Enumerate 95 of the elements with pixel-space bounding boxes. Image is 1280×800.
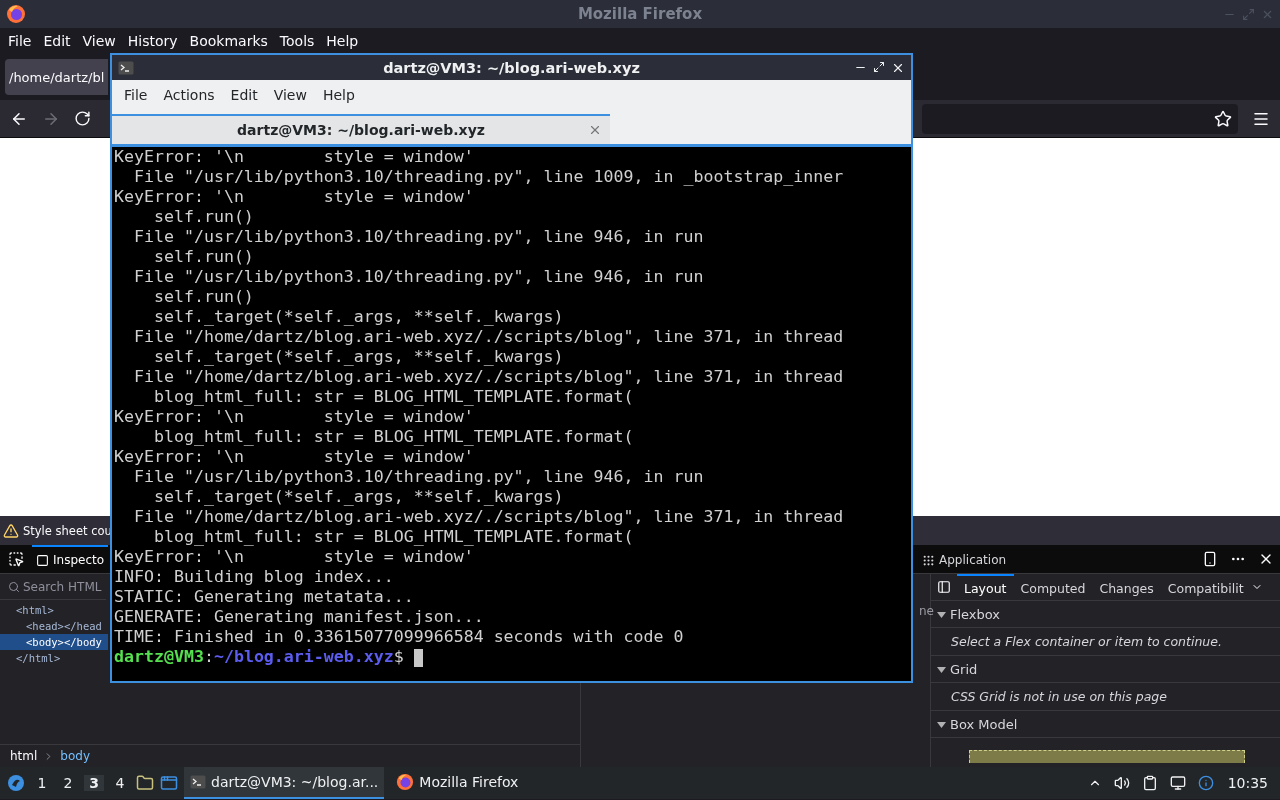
- taskbar-button[interactable]: Mozilla Firefox: [390, 767, 525, 799]
- menu-item[interactable]: Help: [320, 33, 365, 49]
- workspace-button[interactable]: 2: [58, 775, 78, 791]
- grid-icon: [922, 553, 936, 567]
- window-title: Mozilla Firefox: [576, 5, 704, 23]
- sidebar-tab[interactable]: Computed: [1013, 574, 1093, 600]
- bookmark-star-icon[interactable]: [1214, 109, 1232, 128]
- notification-icon[interactable]: [1197, 775, 1214, 791]
- section-title: Box Model: [950, 716, 1018, 732]
- workspace-button[interactable]: 3: [84, 775, 104, 791]
- caret-icon: [937, 719, 946, 729]
- devtools-tab[interactable]: Application: [918, 545, 1011, 573]
- terminal-tab[interactable]: dartz@VM3: ~/blog.ari-web.xyz: [112, 114, 610, 144]
- menu-item[interactable]: Edit: [37, 33, 77, 49]
- section-title: Flexbox: [950, 606, 1001, 622]
- sidebar-tab[interactable]: Changes: [1092, 574, 1161, 600]
- warning-icon: [3, 522, 19, 539]
- workspace-button[interactable]: 1: [32, 775, 52, 791]
- section-message: Select a Flex container or item to continue.: [951, 634, 1222, 649]
- network-icon[interactable]: [1169, 775, 1186, 791]
- menu-item[interactable]: Edit: [222, 87, 266, 103]
- close-tab-icon[interactable]: [588, 123, 602, 137]
- menu-item[interactable]: Tools: [273, 33, 321, 49]
- search-field[interactable]: Search HTML: [0, 574, 106, 600]
- markup-node[interactable]: <html>: [0, 602, 108, 618]
- terminal-line: File "/usr/lib/python3.10/threading.py", line 946, in run: [132, 467, 705, 487]
- terminal-line: self._target(*self._args, **self._kwargs): [152, 487, 565, 507]
- cursor: [413, 648, 423, 667]
- terminal-line: blog_html_full: str = BLOG_HTML_TEMPLATE.format(: [152, 527, 635, 547]
- terminal-line: File "/usr/lib/python3.10/threading.py", line 1009, in _bootstrap_inner: [132, 167, 845, 187]
- terminal-line: TIME: Finished in 0.33615077099966584 seconds with code 0: [114, 627, 685, 647]
- markup-node[interactable]: <body></body: [0, 634, 108, 650]
- terminal-line: KeyError: '\n style = window': [114, 187, 475, 207]
- terminal-line: self.run(): [152, 207, 255, 227]
- terminal-line: KeyError: '\n style = window': [114, 447, 475, 467]
- terminal-icon: [190, 774, 206, 790]
- terminal-line: blog_html_full: str = BLOG_HTML_TEMPLATE.format(: [152, 427, 635, 447]
- clock: 10:35: [1227, 775, 1268, 791]
- section-header[interactable]: Box Model: [931, 711, 1280, 738]
- terminal-line: self.run(): [152, 287, 255, 307]
- devtools-tab[interactable]: Inspecto: [32, 545, 109, 573]
- window-title: dartz@VM3: ~/blog.ari-web.xyz: [382, 59, 641, 76]
- menu-item[interactable]: View: [76, 33, 122, 49]
- clipboard-icon[interactable]: [1141, 775, 1158, 791]
- menu-item[interactable]: Help: [314, 87, 363, 103]
- markup-node[interactable]: </html>: [0, 650, 108, 666]
- prompt-line: dartz@VM3:~/blog.ari-web.xyz$: [114, 647, 911, 667]
- desktop-icon[interactable]: [160, 774, 178, 792]
- sidebar-tab[interactable]: Compatibilit: [1160, 574, 1251, 600]
- sidebar-toggle-icon[interactable]: [937, 580, 951, 594]
- rules-text: ne: [919, 604, 934, 618]
- taskbar-button[interactable]: dartz@VM3: ~/blog.ar...: [184, 767, 385, 799]
- menu-item[interactable]: History: [121, 33, 184, 49]
- terminal-line: blog_html_full: str = BLOG_HTML_TEMPLATE.format(: [152, 387, 635, 407]
- responsive-mode-icon[interactable]: [1202, 551, 1218, 567]
- workspace-button[interactable]: 4: [110, 775, 130, 791]
- caret-icon: [937, 609, 946, 619]
- breadcrumb[interactable]: body: [60, 749, 91, 763]
- firefox-logo-icon: [396, 773, 415, 791]
- terminal-icon: [118, 59, 134, 76]
- terminal-line: INFO: Building blog index...: [114, 567, 395, 587]
- terminal-line: STATIC: Generating metatata...: [114, 587, 415, 607]
- terminal-line: File "/home/dartz/blog.ari-web.xyz/./scripts/blog", line 371, in thread: [132, 507, 845, 527]
- caret-icon: [937, 664, 946, 674]
- sidebar-tab[interactable]: Layout: [957, 574, 1014, 600]
- menu-item[interactable]: View: [265, 87, 315, 103]
- terminal-line: KeyError: '\n style = window': [114, 147, 475, 167]
- menu-item[interactable]: File: [2, 33, 38, 49]
- menu-item[interactable]: Bookmarks: [183, 33, 274, 49]
- terminal-line: self._target(*self._args, **self._kwargs): [152, 347, 565, 367]
- square-icon: [36, 553, 49, 567]
- menu-item[interactable]: Actions: [155, 87, 223, 103]
- reload-button[interactable]: [74, 110, 91, 127]
- section-header[interactable]: Grid: [931, 656, 1280, 683]
- browser-tab[interactable]: /home/dartz/bl: [5, 59, 108, 95]
- terminal-line: File "/home/dartz/blog.ari-web.xyz/./scripts/blog", line 371, in thread: [132, 367, 845, 387]
- section-title: Grid: [950, 661, 978, 677]
- terminal-line: KeyError: '\n style = window': [114, 547, 475, 567]
- terminal-line: File "/usr/lib/python3.10/threading.py", line 946, in run: [132, 267, 705, 287]
- terminal-line: File "/usr/lib/python3.10/threading.py", line 946, in run: [132, 227, 705, 247]
- terminal-line: File "/home/dartz/blog.ari-web.xyz/./scripts/blog", line 371, in thread: [132, 327, 845, 347]
- start-menu-icon[interactable]: [6, 773, 26, 793]
- file-manager-icon[interactable]: [136, 774, 154, 792]
- terminal-line: self._target(*self._args, **self._kwargs): [152, 307, 565, 327]
- maximize-icon[interactable]: [873, 60, 885, 73]
- section-message: CSS Grid is not in use on this page: [951, 689, 1167, 704]
- breadcrumb[interactable]: html: [10, 749, 38, 763]
- terminal-line: GENERATE: Generating manifest.json...: [114, 607, 485, 627]
- firefox-logo-icon: [6, 4, 26, 24]
- search-icon: [8, 580, 20, 593]
- terminal-line: self.run(): [152, 247, 255, 267]
- volume-icon[interactable]: [1113, 775, 1130, 791]
- terminal-line: KeyError: '\n style = window': [114, 407, 475, 427]
- menu-item[interactable]: File: [116, 87, 156, 103]
- markup-node[interactable]: <head></head: [0, 618, 108, 634]
